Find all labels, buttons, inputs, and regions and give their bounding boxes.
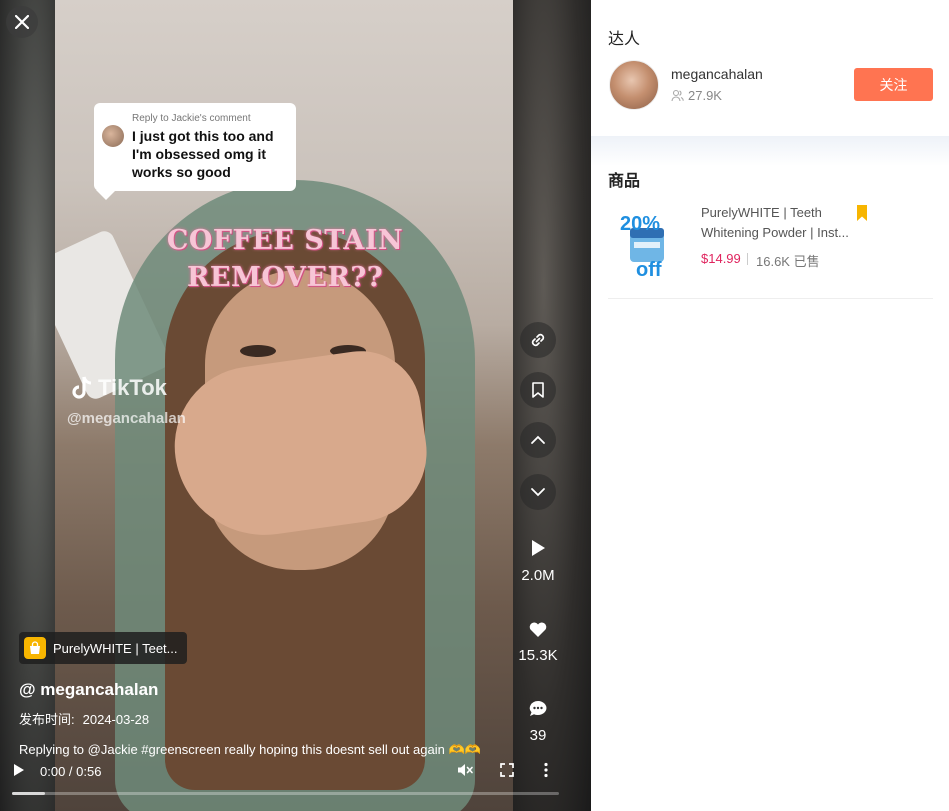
creator-section-title: 达人 <box>608 31 641 48</box>
video-caption: Replying to @Jackie #greenscreen really … <box>19 742 481 757</box>
tiktok-logo-icon <box>72 376 92 399</box>
video-author[interactable]: @ megancahalan <box>19 680 158 700</box>
product-card[interactable]: 20% off PurelyWHITE | Teeth Whitening Po… <box>608 198 933 299</box>
publish-info: 发布时间: 2024-03-28 <box>19 709 157 728</box>
play-icon <box>14 764 24 776</box>
products-section-title: 商品 <box>608 173 641 190</box>
mute-icon <box>458 764 473 776</box>
bookmark-icon[interactable] <box>856 205 868 226</box>
next-video-button[interactable] <box>520 474 556 510</box>
video-blur-right <box>512 0 591 811</box>
publish-label: 发布时间: <box>19 712 75 727</box>
chevron-down-icon <box>531 488 545 497</box>
close-icon <box>15 15 29 29</box>
more-icon <box>544 762 548 778</box>
creator-followers: 27.9K <box>671 88 722 103</box>
eye-left <box>240 345 276 357</box>
progress-fill <box>12 792 45 795</box>
reply-header: Reply to Jackie's comment <box>132 113 251 124</box>
comment-icon <box>529 701 547 716</box>
comments-count: 39 <box>529 727 547 744</box>
heart-icon <box>529 622 547 637</box>
time-display: 0:00 / 0:56 <box>40 764 102 779</box>
likes-metric[interactable]: 15.3K <box>512 620 564 664</box>
creator-avatar[interactable] <box>609 60 659 110</box>
tiktok-watermark: TikTok <box>70 375 167 401</box>
products-section: 商品 20% off PurelyWHITE | Teeth Whitening… <box>591 136 949 811</box>
save-button[interactable] <box>520 372 556 408</box>
close-button[interactable] <box>6 6 38 38</box>
previous-video-button[interactable] <box>520 422 556 458</box>
thumb-badge-percent: 20% <box>620 213 660 235</box>
reply-avatar <box>102 125 124 147</box>
product-title[interactable]: PurelyWHITE | Teeth Whitening Powder | I… <box>701 203 851 243</box>
product-chip[interactable]: PurelyWHITE | Teet... <box>19 632 187 664</box>
progress-bar[interactable] <box>12 792 559 795</box>
reply-comment-bubble: Reply to Jackie's comment I just got thi… <box>94 103 296 200</box>
product-chip-label: PurelyWHITE | Teet... <box>53 640 178 656</box>
creator-section: 达人 megancahalan 27.9K 关注 <box>591 0 949 136</box>
product-price: $14.99 <box>701 251 741 266</box>
overlay-line-2: REMOVER?? <box>186 262 384 293</box>
plays-count: 2.0M <box>521 567 555 584</box>
comments-metric[interactable]: 39 <box>512 700 564 744</box>
overlay-line-1: COFFEE STAIN <box>166 225 404 256</box>
creator-followers-count: 27.9K <box>688 88 722 103</box>
copy-link-button[interactable] <box>520 322 556 358</box>
detail-panel: 达人 megancahalan 27.9K 关注 商品 20% off Pure… <box>591 0 949 811</box>
publish-date: 2024-03-28 <box>82 712 150 727</box>
mute-button[interactable] <box>456 762 474 783</box>
fullscreen-icon <box>500 763 514 777</box>
likes-count: 15.3K <box>518 647 558 664</box>
follow-button[interactable]: 关注 <box>854 68 933 101</box>
chevron-up-icon <box>531 435 545 444</box>
product-divider <box>747 253 748 265</box>
watermark-handle: @megancahalan <box>67 410 186 427</box>
plays-metric[interactable]: 2.0M <box>512 538 564 584</box>
fullscreen-button[interactable] <box>500 763 514 782</box>
shopping-bag-icon <box>24 637 46 659</box>
watermark-brand: TikTok <box>98 375 167 400</box>
link-icon <box>531 333 545 347</box>
video-overlay-title: COFFEE STAIN REMOVER?? <box>120 222 450 296</box>
followers-icon <box>671 89 684 102</box>
thumb-badge-off: off <box>636 259 662 278</box>
bookmark-icon <box>532 382 544 398</box>
play-icon <box>532 540 545 556</box>
creator-name[interactable]: megancahalan <box>671 66 763 82</box>
product-thumbnail: 20% off <box>618 206 682 281</box>
more-options-button[interactable] <box>543 762 549 783</box>
player-controls: 0:00 / 0:56 <box>0 760 570 784</box>
reply-text: I just got this too and I'm obsessed omg… <box>132 128 274 180</box>
product-sold-count: 16.6K 已售 <box>756 254 820 269</box>
play-button[interactable] <box>12 762 26 783</box>
video-player[interactable]: Reply to Jackie's comment I just got thi… <box>0 0 591 811</box>
